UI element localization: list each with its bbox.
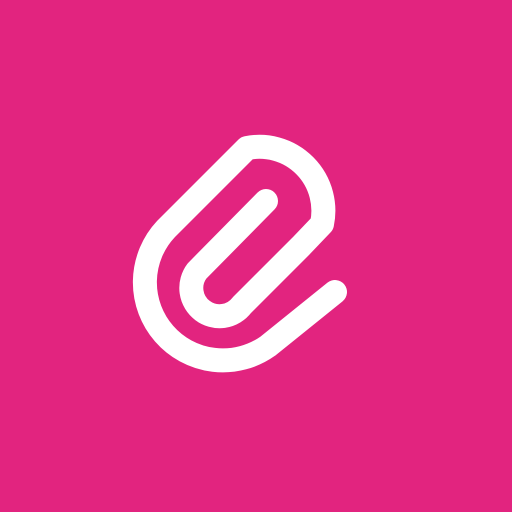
paperclip-icon [132, 134, 347, 373]
app-icon-tile [0, 0, 512, 512]
